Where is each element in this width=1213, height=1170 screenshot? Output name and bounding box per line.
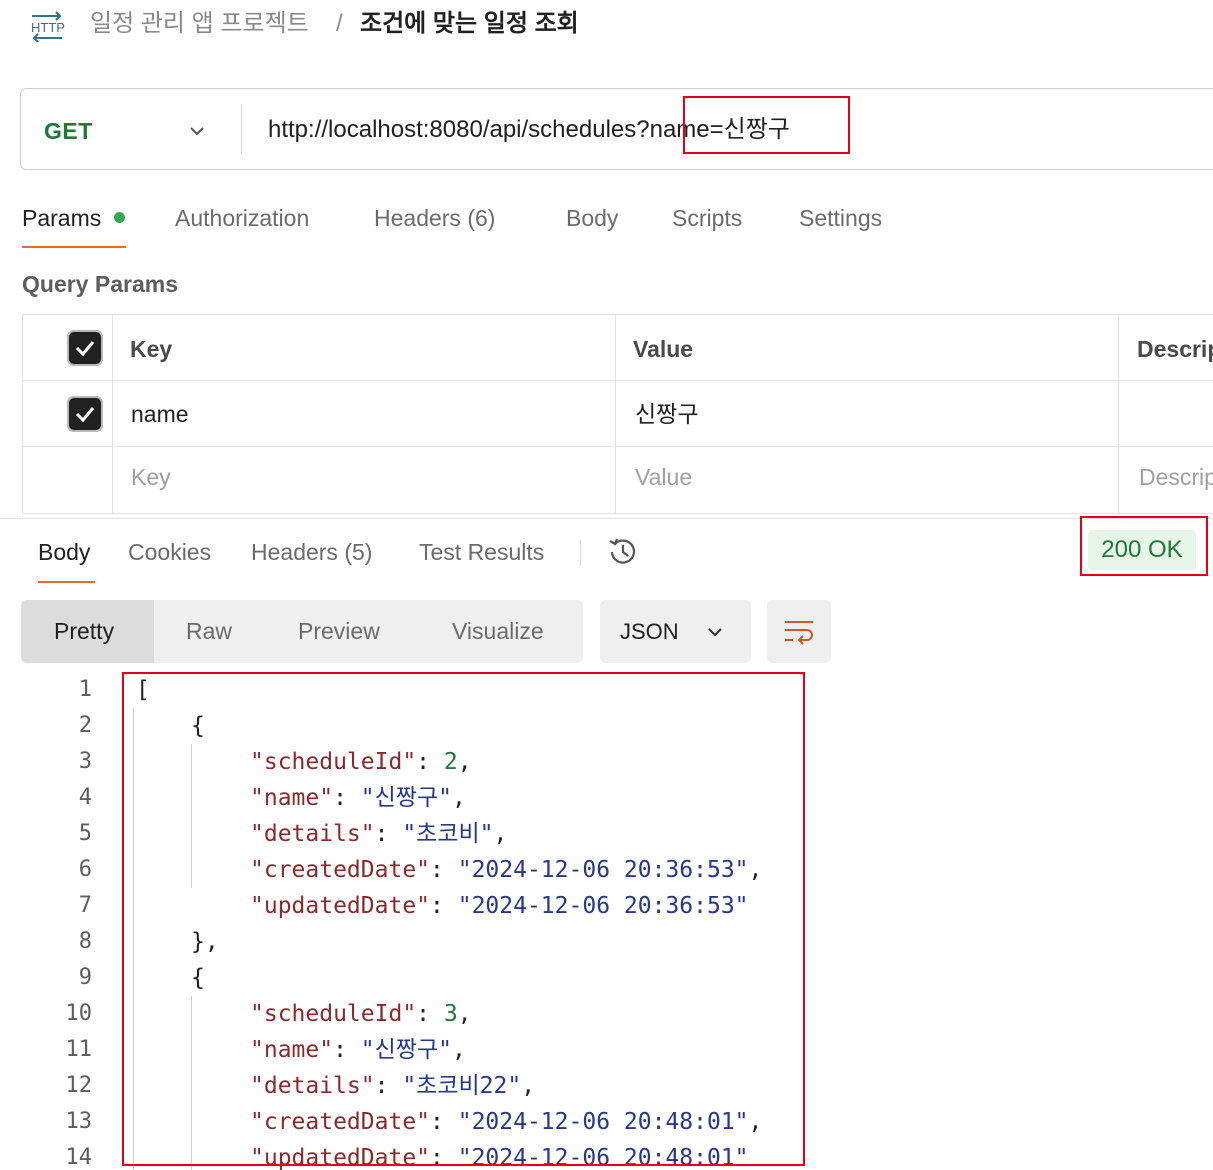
- method-select[interactable]: GET: [44, 112, 224, 150]
- column-header-value: Value: [633, 336, 694, 362]
- line-number: 9: [78, 965, 92, 990]
- tab-body[interactable]: Body: [566, 202, 618, 234]
- table-row-divider: [22, 380, 1213, 381]
- line-number: 10: [65, 1001, 93, 1026]
- format-pretty-label: Pretty: [54, 618, 115, 644]
- format-raw-button[interactable]: Raw: [186, 600, 232, 663]
- table-col-divider: [112, 314, 113, 514]
- line-number: 6: [78, 857, 92, 882]
- line-number: 14: [65, 1145, 93, 1170]
- chevron-down-icon: [190, 127, 204, 136]
- response-tab-body[interactable]: Body: [38, 536, 90, 568]
- check-icon: [75, 407, 95, 423]
- tab-scripts[interactable]: Scripts: [672, 202, 742, 234]
- params-active-dot: [114, 212, 125, 223]
- param-row-checkbox[interactable]: [69, 398, 101, 430]
- tab-authorization[interactable]: Authorization: [175, 202, 309, 234]
- http-icon-text: HTTP: [31, 20, 65, 35]
- tab-params[interactable]: Params: [22, 202, 101, 234]
- language-select-label: JSON: [620, 619, 679, 644]
- column-header-description: Descrip: [1137, 336, 1213, 362]
- response-tab-body-underline: [38, 581, 95, 583]
- url-query-highlight: [683, 96, 850, 154]
- method-label: GET: [44, 118, 93, 144]
- line-number: 2: [78, 713, 92, 738]
- status-highlight: [1080, 516, 1208, 576]
- line-number: 4: [78, 785, 92, 810]
- line-number: 7: [78, 893, 92, 918]
- format-preview-button[interactable]: Preview: [298, 600, 380, 663]
- new-param-description-input[interactable]: Descrip: [1139, 461, 1213, 493]
- line-number: 11: [65, 1037, 93, 1062]
- table-col-divider: [1118, 314, 1119, 514]
- chevron-down-icon: [708, 628, 722, 637]
- param-key-cell[interactable]: name: [131, 398, 189, 430]
- response-body-highlight: [122, 672, 805, 1166]
- response-tab-cookies[interactable]: Cookies: [128, 536, 211, 568]
- history-icon[interactable]: [606, 535, 640, 569]
- new-param-value-input[interactable]: Value: [635, 461, 692, 493]
- tab-params-underline: [22, 246, 126, 248]
- new-param-key-input[interactable]: Key: [131, 461, 171, 493]
- line-number: 3: [78, 749, 92, 774]
- select-all-checkbox[interactable]: [69, 332, 101, 364]
- param-value-cell[interactable]: 신짱구: [635, 398, 698, 430]
- breadcrumb-parent[interactable]: 일정 관리 앱 프로젝트: [90, 8, 309, 40]
- check-icon: [75, 341, 95, 357]
- breadcrumb-separator: /: [336, 10, 343, 37]
- tab-headers[interactable]: Headers (6): [374, 202, 495, 234]
- format-visualize-button[interactable]: Visualize: [452, 600, 544, 663]
- response-tab-test-results[interactable]: Test Results: [419, 536, 544, 568]
- response-divider[interactable]: [0, 518, 1213, 519]
- breadcrumb-current-request[interactable]: 조건에 맞는 일정 조회: [360, 8, 579, 40]
- column-header-key: Key: [130, 336, 173, 362]
- http-request-icon: HTTP: [31, 11, 65, 42]
- table-col-divider: [615, 314, 616, 514]
- line-number: 5: [78, 821, 92, 846]
- query-params-table: [22, 314, 1213, 514]
- line-number: 1: [78, 677, 92, 702]
- line-number: 8: [78, 929, 92, 954]
- response-tabs-divider: [580, 540, 581, 566]
- line-number: 12: [65, 1073, 93, 1098]
- tab-settings[interactable]: Settings: [799, 202, 882, 234]
- response-tab-headers[interactable]: Headers (5): [251, 536, 372, 568]
- table-row-divider: [22, 446, 1213, 447]
- line-number: 13: [65, 1109, 93, 1134]
- query-params-title: Query Params: [22, 271, 178, 297]
- method-url-divider: [241, 104, 242, 154]
- wrap-lines-icon: [785, 621, 813, 645]
